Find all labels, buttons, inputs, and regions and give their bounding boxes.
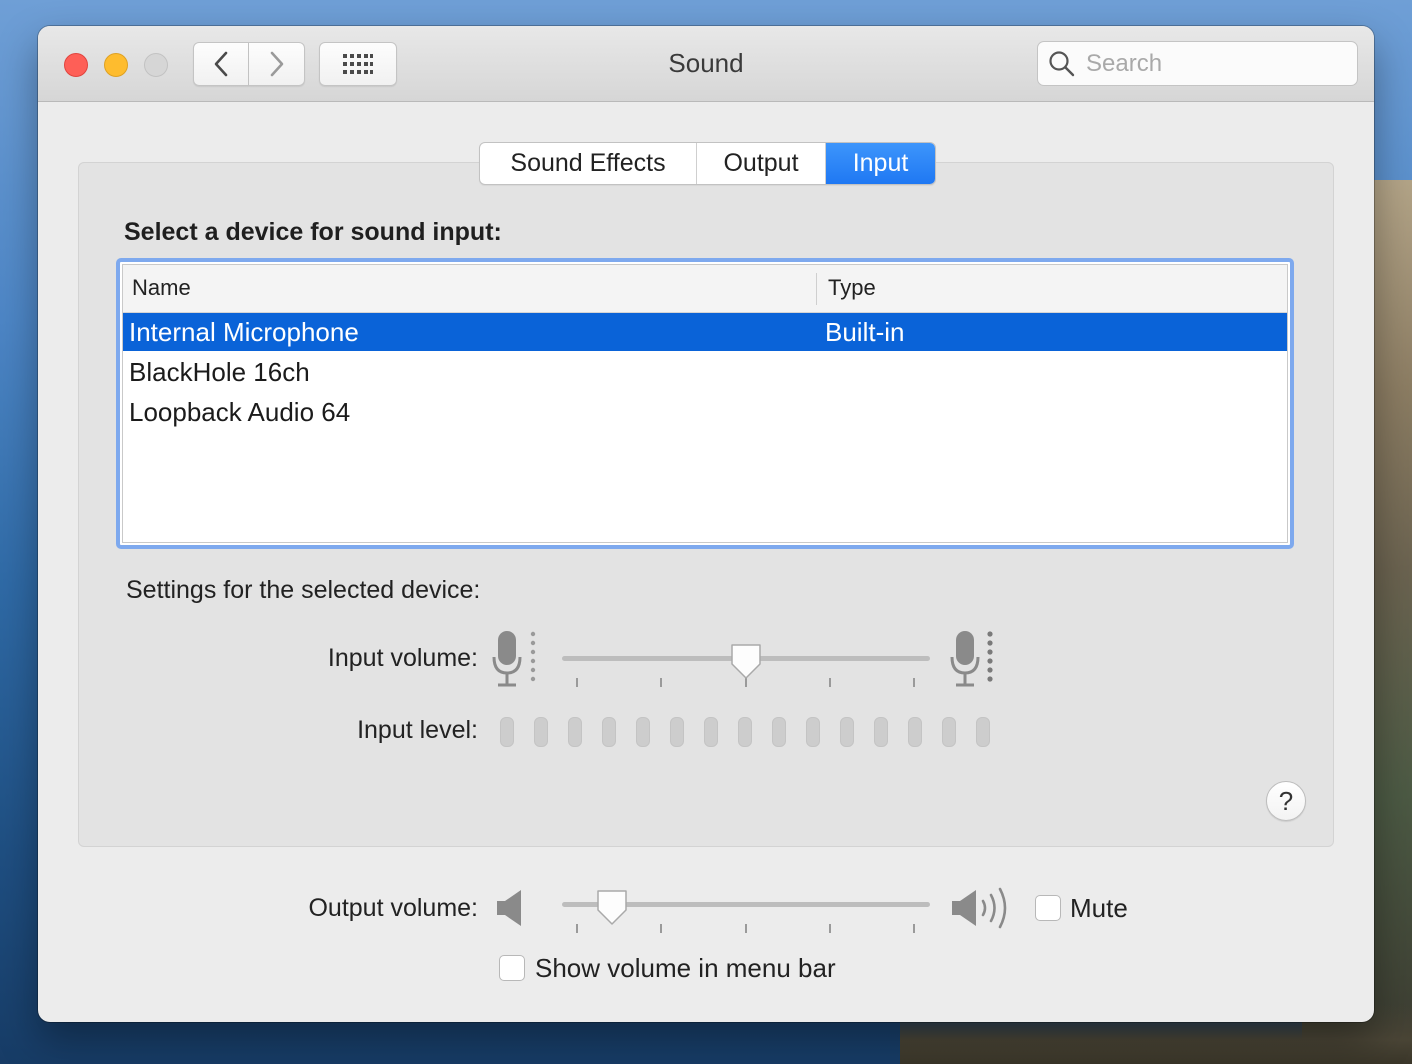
input-level-meter [500,717,1000,749]
level-segment [636,717,650,747]
level-segment [908,717,922,747]
level-segment [976,717,990,747]
search-input[interactable] [1084,48,1348,79]
input-device-table[interactable]: Name Type Internal Microphone Built-in B… [116,258,1294,549]
slider-tick [913,924,915,933]
microphone-low-icon [492,631,536,687]
tab-output[interactable]: Output [697,143,826,184]
level-segment [670,717,684,747]
speaker-low-icon [497,890,521,926]
slider-tick [576,678,578,687]
level-segment [874,717,888,747]
column-header-name[interactable]: Name [132,275,191,301]
slider-tick [660,924,662,933]
slider-tick [829,924,831,933]
level-segment [738,717,752,747]
mute-label: Mute [1070,893,1128,923]
column-divider [816,273,817,305]
titlebar: Sound [38,26,1374,102]
sound-preferences-window: Sound Sound Effects Output Input Select … [38,26,1374,1022]
speaker-high-icon [952,887,1007,929]
slider-thumb[interactable] [595,888,629,928]
slider-tick [745,924,747,933]
level-segment [806,717,820,747]
output-volume-slider[interactable] [562,888,930,948]
tab-sound-effects[interactable]: Sound Effects [480,143,697,184]
output-volume-label: Output volume: [308,894,478,922]
level-segment [840,717,854,747]
table-row[interactable]: Internal Microphone Built-in [123,313,1287,351]
input-volume-label: Input volume: [327,644,478,672]
slider-tick [660,678,662,687]
slider-tick [576,924,578,933]
level-segment [704,717,718,747]
slider-tick [913,678,915,687]
microphone-high-icon [950,631,993,687]
input-volume-slider[interactable] [562,642,930,702]
input-level-label: Input level: [357,716,478,744]
level-segment [534,717,548,747]
device-name: Loopback Audio 64 [129,397,351,427]
help-button[interactable]: ? [1266,781,1306,821]
table-header: Name Type [123,265,1287,313]
show-volume-checkbox[interactable] [499,955,525,981]
tab-input[interactable]: Input [826,143,935,184]
device-list-heading: Select a device for sound input: [124,218,502,246]
mute-checkbox[interactable] [1035,895,1061,921]
device-name: Internal Microphone [129,317,359,347]
level-segment [602,717,616,747]
level-segment [500,717,514,747]
table-row[interactable]: Loopback Audio 64 [123,393,1287,431]
column-header-type[interactable]: Type [828,275,876,301]
show-volume-label: Show volume in menu bar [535,953,836,983]
tab-bar: Sound Effects Output Input [479,142,936,185]
device-settings-label: Settings for the selected device: [126,576,481,604]
device-type: Built-in [825,317,905,347]
level-segment [568,717,582,747]
search-icon [1049,50,1075,76]
device-name: BlackHole 16ch [129,357,310,387]
slider-thumb[interactable] [729,642,763,682]
level-segment [772,717,786,747]
search-field[interactable] [1037,41,1358,86]
slider-tick [829,678,831,687]
table-row[interactable]: BlackHole 16ch [123,353,1287,391]
level-segment [942,717,956,747]
